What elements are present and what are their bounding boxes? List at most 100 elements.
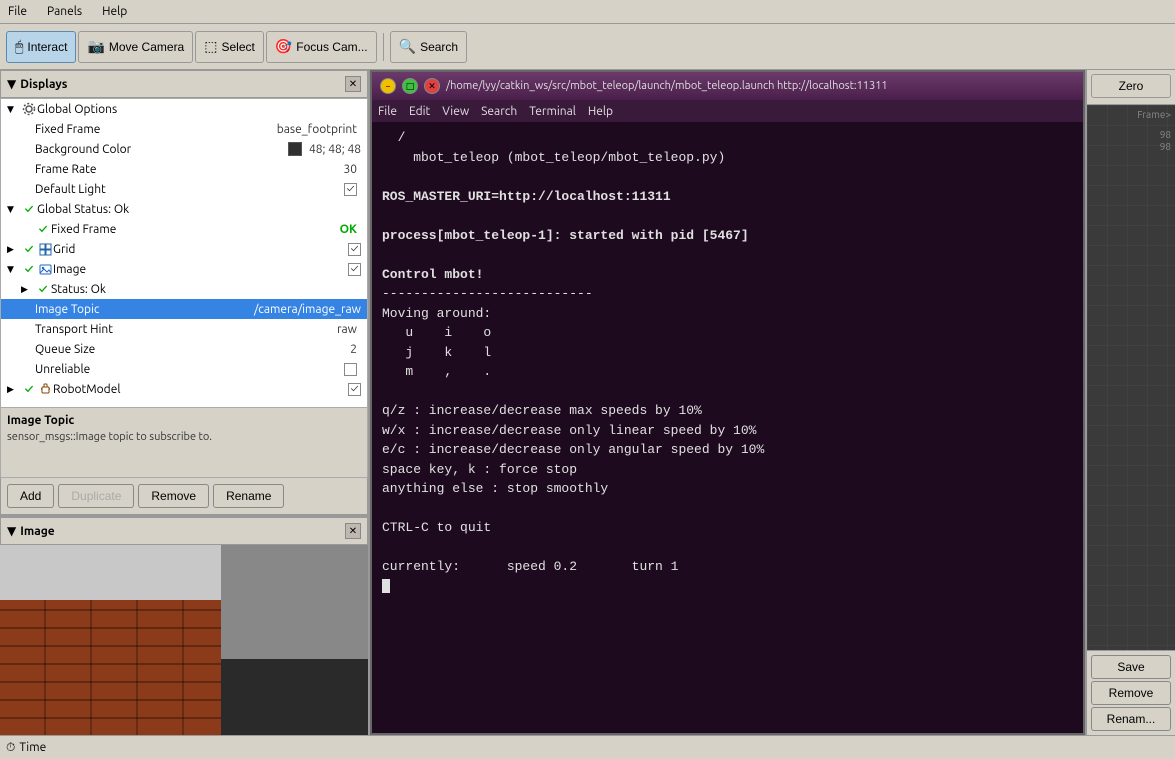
expand-global-options[interactable] [7,104,21,115]
tree-row[interactable]: Queue Size 2 [1,339,367,359]
menu-file[interactable]: File [4,3,31,20]
maximize-button[interactable]: □ [402,78,418,94]
close-button[interactable]: ✕ [424,78,440,94]
status-bar: ⏱ Time [0,735,1175,759]
tree-row[interactable]: Fixed Frame base_footprint [1,119,367,139]
interact-icon: 🖱 [15,38,23,55]
description-text: sensor_msgs::Image topic to subscribe to… [7,431,361,443]
right-sidebar: Zero Frame> 98 98 Save Remove Renam... [1085,70,1175,735]
main-content: ▼ Displays ✕ Global Options Fixed [0,70,1175,735]
global-status-label: Global Status: Ok [37,203,365,216]
menu-panels[interactable]: Panels [43,3,86,20]
tree-row[interactable]: ✓ Fixed Frame OK [1,219,367,239]
terminal-menu-edit[interactable]: Edit [409,105,430,118]
select-button[interactable]: ⬚ Select [195,31,264,63]
toolbar: 🖱 Interact 📷 Move Camera ⬚ Select 🎯 Focu… [0,24,1175,70]
rviz-view[interactable]: Frame> 98 98 [1087,105,1175,650]
tree-row[interactable]: Default Light [1,179,367,199]
term-line: ROS_MASTER_URI=http://localhost:11311 [382,187,1073,207]
menu-help[interactable]: Help [98,3,131,20]
expand-robotmodel[interactable] [7,384,21,395]
robotmodel-status-icon: ✓ [21,381,37,397]
remove-button[interactable]: Remove [138,484,209,508]
tree-row[interactable]: Frame Rate 30 [1,159,367,179]
transport-hint-label: Transport Hint [35,323,333,336]
tree-row[interactable]: Global Options [1,99,367,119]
tree-row[interactable]: ✓ Grid [1,239,367,259]
expand-image-status[interactable] [21,284,35,295]
term-line: w/x : increase/decrease only linear spee… [382,421,1073,441]
minimize-button[interactable]: − [380,78,396,94]
terminal-cursor [382,579,390,593]
terminal-menubar: File Edit View Search Terminal Help [372,100,1083,122]
default-light-checkbox[interactable] [344,183,357,196]
menu-bar: File Panels Help [0,0,1175,24]
tree-row[interactable]: Transport Hint raw [1,319,367,339]
terminal-menu-terminal[interactable]: Terminal [529,105,576,118]
tree-row[interactable]: ✓ Image [1,259,367,279]
search-button[interactable]: 🔍 Search [390,31,467,63]
unreliable-label: Unreliable [35,363,340,376]
interact-label: Interact [27,40,67,54]
term-line [382,382,1073,402]
displays-panel-title: Displays [20,78,67,91]
displays-panel-close[interactable]: ✕ [345,76,361,92]
tree-row-image-topic[interactable]: Image Topic /camera/image_raw [1,299,367,319]
global-options-label: Global Options [37,103,365,116]
term-line: CTRL-C to quit [382,518,1073,538]
grid-checkbox[interactable] [348,243,361,256]
image-topic-value: /camera/image_raw [254,303,361,316]
terminal-menu-search[interactable]: Search [481,105,517,118]
term-line: Moving around: [382,304,1073,324]
term-line: e/c : increase/decrease only angular spe… [382,440,1073,460]
background-color-label: Background Color [35,143,288,156]
term-line: currently: speed 0.2 turn 1 [382,557,1073,577]
toolbar-separator [383,33,384,61]
background-color-swatch[interactable] [288,142,302,156]
term-line [382,538,1073,558]
expand-image[interactable] [7,264,21,275]
duplicate-button[interactable]: Duplicate [58,484,134,508]
term-line: / [382,128,1073,148]
term-line [382,499,1073,519]
tree-row[interactable]: ✓ RobotModel [1,379,367,399]
rename-bottom-button[interactable]: Renam... [1091,707,1171,731]
description-area: Image Topic sensor_msgs::Image topic to … [0,408,368,478]
tree-area[interactable]: Global Options Fixed Frame base_footprin… [0,98,368,408]
unreliable-checkbox[interactable] [344,363,357,376]
add-button[interactable]: Add [7,484,54,508]
remove-bottom-button[interactable]: Remove [1091,681,1171,705]
image-topic-label: Image Topic [35,303,250,316]
tree-row[interactable]: ✓ Global Status: Ok [1,199,367,219]
image-panel-close[interactable]: ✕ [345,523,361,539]
search-icon: 🔍 [399,38,416,55]
terminal-body[interactable]: / mbot_teleop (mbot_teleop/mbot_teleop.p… [372,122,1083,733]
focus-camera-button[interactable]: 🎯 Focus Cam... [266,31,377,63]
tree-row[interactable]: ✓ Status: Ok [1,279,367,299]
interact-button[interactable]: 🖱 Interact [6,31,76,63]
image-panel-icon: ▼ [7,524,16,538]
expand-grid[interactable] [7,244,21,255]
rename-button[interactable]: Rename [213,484,284,508]
move-camera-button[interactable]: 📷 Move Camera [78,31,193,63]
terminal-menu-view[interactable]: View [442,105,469,118]
right-bottom-area: Save Remove Renam... [1087,650,1175,735]
expand-global-status[interactable] [7,204,21,215]
terminal-menu-help[interactable]: Help [588,105,613,118]
fixed-frame-label: Fixed Frame [35,123,273,136]
gear-icon [21,101,37,117]
term-line: space key, k : force stop [382,460,1073,480]
select-icon: ⬚ [204,38,217,55]
tree-row[interactable]: Unreliable [1,359,367,379]
background-color-value: 48; 48; 48 [309,143,361,156]
search-label: Search [420,40,458,54]
term-line: process[mbot_teleop-1]: started with pid… [382,226,1073,246]
save-button[interactable]: Save [1091,655,1171,679]
tree-row[interactable]: Background Color 48; 48; 48 [1,139,367,159]
terminal-menu-file[interactable]: File [378,105,397,118]
image-checkbox[interactable] [348,263,361,276]
term-line: j k l [382,343,1073,363]
term-line: anything else : stop smoothly [382,479,1073,499]
zero-button[interactable]: Zero [1091,74,1171,98]
robotmodel-checkbox[interactable] [348,383,361,396]
